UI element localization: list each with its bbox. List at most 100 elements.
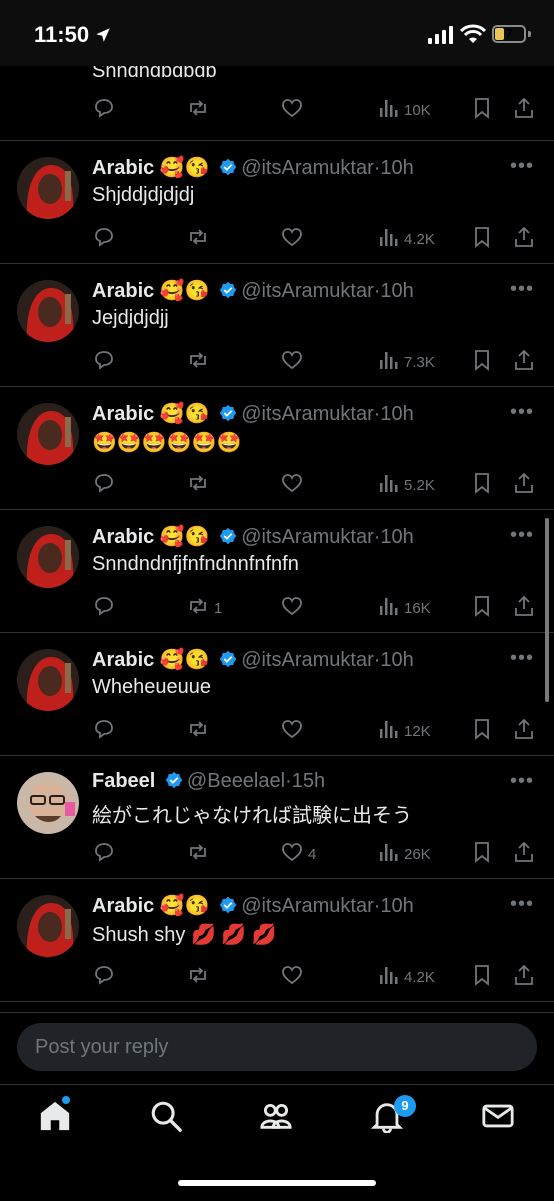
share-button[interactable] xyxy=(512,471,536,499)
views-button[interactable]: 12K xyxy=(376,717,431,745)
tweet[interactable]: Arabic 🥰😘 @itsAramuktar·10h ••• Shush sh… xyxy=(0,879,554,1002)
author-handle[interactable]: @itsAramuktar xyxy=(241,649,374,671)
communities-icon[interactable] xyxy=(259,1099,293,1133)
share-button[interactable] xyxy=(512,225,536,253)
reply-button[interactable] xyxy=(92,963,116,991)
tweet-time[interactable]: ·10h xyxy=(374,895,414,917)
tweet-time[interactable]: ·10h xyxy=(374,157,414,179)
bookmark-button[interactable] xyxy=(470,348,494,376)
bookmark-button[interactable] xyxy=(470,225,494,253)
search-icon[interactable] xyxy=(149,1099,183,1133)
tweet-time[interactable]: ·10h xyxy=(374,526,414,548)
reply-button[interactable] xyxy=(92,840,116,868)
more-options-icon[interactable]: ••• xyxy=(510,524,534,547)
more-options-icon[interactable]: ••• xyxy=(510,647,534,670)
bookmark-button[interactable] xyxy=(470,840,494,868)
views-button[interactable]: 5.2K xyxy=(376,471,435,499)
tweet-time[interactable]: ·10h xyxy=(374,280,414,302)
tweet[interactable]: Arabic 🥰😘 @itsAramuktar·10h ••• Snndndnf… xyxy=(0,510,554,633)
more-options-icon[interactable]: ••• xyxy=(510,401,534,424)
verified-badge-icon xyxy=(219,281,237,299)
retweet-button[interactable] xyxy=(186,963,214,991)
retweet-button[interactable] xyxy=(186,348,214,376)
author-name[interactable]: Arabic xyxy=(92,526,154,548)
author-name[interactable]: Arabic xyxy=(92,895,154,917)
like-button[interactable] xyxy=(280,96,308,124)
tweet[interactable]: Arabic 🥰😘 @itsAramuktar·10h ••• Wheheueu… xyxy=(0,633,554,756)
retweet-button[interactable] xyxy=(186,717,214,745)
reply-button[interactable] xyxy=(92,471,116,499)
bookmark-button[interactable] xyxy=(470,471,494,499)
bookmark-icon xyxy=(470,225,494,253)
views-button[interactable]: 7.3K xyxy=(376,348,435,376)
author-name[interactable]: Arabic xyxy=(92,649,154,671)
tweet-feed[interactable]: Snndndbdbdb 10K Arabic 🥰😘 @itsAramuktar·… xyxy=(0,0,554,1002)
bookmark-button[interactable] xyxy=(470,96,494,124)
share-button[interactable] xyxy=(512,348,536,376)
retweet-button[interactable] xyxy=(186,96,214,124)
share-button[interactable] xyxy=(512,96,536,124)
reply-button[interactable] xyxy=(92,348,116,376)
more-options-icon[interactable]: ••• xyxy=(510,893,534,916)
more-options-icon[interactable]: ••• xyxy=(510,155,534,178)
retweet-button[interactable] xyxy=(186,471,214,499)
mail-icon[interactable] xyxy=(481,1099,515,1133)
avatar[interactable] xyxy=(17,526,79,588)
author-name[interactable]: Arabic xyxy=(92,403,154,425)
more-options-icon[interactable]: ••• xyxy=(510,278,534,301)
tweet[interactable]: Arabic 🥰😘 @itsAramuktar·10h ••• Jejdjdjd… xyxy=(0,264,554,387)
author-name[interactable]: Arabic xyxy=(92,157,154,179)
views-button[interactable]: 16K xyxy=(376,594,431,622)
reply-button[interactable] xyxy=(92,717,116,745)
avatar[interactable] xyxy=(17,649,79,711)
retweet-button[interactable] xyxy=(186,225,214,253)
bookmark-button[interactable] xyxy=(470,717,494,745)
tweet-time[interactable]: ·15h xyxy=(285,770,325,792)
avatar[interactable] xyxy=(17,772,79,834)
reply-button[interactable] xyxy=(92,225,116,253)
avatar[interactable] xyxy=(17,403,79,465)
scrollbar[interactable] xyxy=(545,518,549,702)
views-button[interactable]: 26K xyxy=(376,840,431,868)
author-handle[interactable]: @itsAramuktar xyxy=(241,403,374,425)
share-button[interactable] xyxy=(512,717,536,745)
share-button[interactable] xyxy=(512,963,536,991)
reply-input[interactable]: Post your reply xyxy=(17,1023,537,1071)
bookmark-button[interactable] xyxy=(470,963,494,991)
author-handle[interactable]: @Beeelael xyxy=(187,770,285,792)
reply-button[interactable] xyxy=(92,96,116,124)
like-button[interactable] xyxy=(280,471,308,499)
avatar[interactable] xyxy=(17,895,79,957)
views-button[interactable]: 4.2K xyxy=(376,963,435,991)
like-button[interactable] xyxy=(280,963,308,991)
tweet[interactable]: Arabic 🥰😘 @itsAramuktar·10h ••• Shjddjdj… xyxy=(0,141,554,264)
author-handle[interactable]: @itsAramuktar xyxy=(241,895,374,917)
retweet-button[interactable]: 1 xyxy=(186,594,222,622)
like-button[interactable] xyxy=(280,717,308,745)
author-name[interactable]: Arabic xyxy=(92,280,154,302)
tweet-time[interactable]: ·10h xyxy=(374,649,414,671)
views-button[interactable]: 4.2K xyxy=(376,225,435,253)
like-button[interactable] xyxy=(280,348,308,376)
more-options-icon[interactable]: ••• xyxy=(510,770,534,793)
share-button[interactable] xyxy=(512,840,536,868)
home-icon[interactable] xyxy=(38,1099,72,1133)
avatar[interactable] xyxy=(17,157,79,219)
retweet-button[interactable] xyxy=(186,840,214,868)
author-handle[interactable]: @itsAramuktar xyxy=(241,157,374,179)
bookmark-button[interactable] xyxy=(470,594,494,622)
avatar[interactable] xyxy=(17,280,79,342)
share-button[interactable] xyxy=(512,594,536,622)
tweet-time[interactable]: ·10h xyxy=(374,403,414,425)
tweet-actions: 4.2K xyxy=(92,225,542,255)
author-name[interactable]: Fabeel xyxy=(92,770,155,792)
author-handle[interactable]: @itsAramuktar xyxy=(241,526,374,548)
tweet[interactable]: Fabeel @Beeelael·15h ••• 絵がこれじゃなければ試験に出そ… xyxy=(0,756,554,879)
reply-button[interactable] xyxy=(92,594,116,622)
tweet[interactable]: Arabic 🥰😘 @itsAramuktar·10h ••• 🤩🤩🤩🤩🤩🤩 5… xyxy=(0,387,554,510)
like-button[interactable] xyxy=(280,594,308,622)
views-button[interactable]: 10K xyxy=(376,96,431,124)
author-handle[interactable]: @itsAramuktar xyxy=(241,280,374,302)
like-button[interactable]: 4 xyxy=(280,840,316,868)
like-button[interactable] xyxy=(280,225,308,253)
